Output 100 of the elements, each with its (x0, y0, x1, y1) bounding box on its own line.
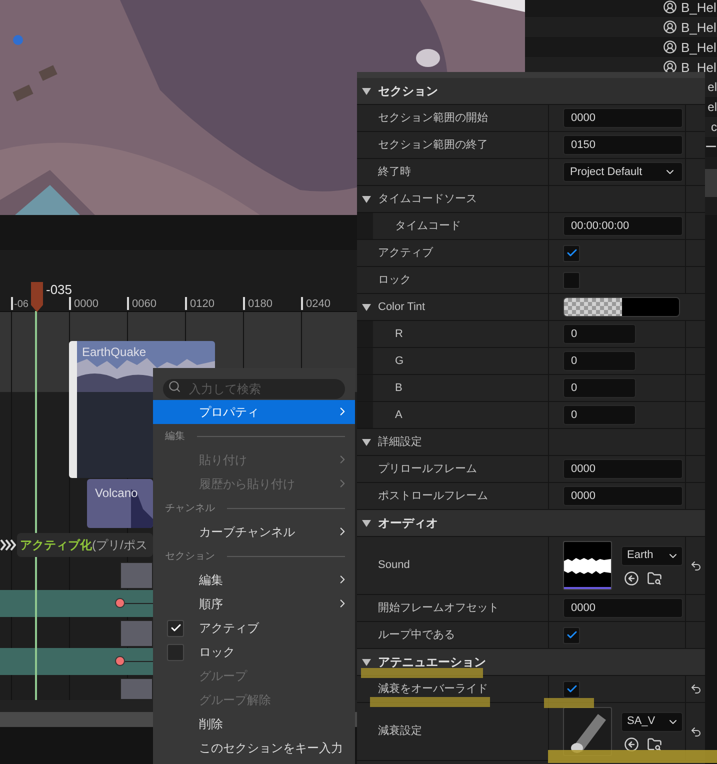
menu-checkbox[interactable] (167, 620, 184, 636)
section-header[interactable]: セクション (357, 78, 705, 105)
time-tick-label: 0180 (248, 299, 272, 310)
search-field[interactable]: 入力して検索 (163, 379, 345, 399)
outliner-item[interactable]: B_Hel (681, 60, 716, 74)
sound-thumbnail[interactable] (563, 541, 612, 590)
time-tick-label: -06 (14, 300, 28, 310)
property-label: 減衰をオーバーライド (377, 682, 488, 697)
menu-checkbox[interactable] (167, 644, 184, 660)
outliner-item[interactable]: ー (705, 141, 717, 153)
key-block[interactable] (120, 678, 153, 700)
property-label: プリロールフレーム (377, 462, 477, 477)
menu-heading: セクション (165, 550, 215, 564)
chevrons-icon (0, 539, 16, 551)
browse-icon[interactable] (647, 570, 662, 586)
collapse-arrow-icon[interactable] (362, 520, 371, 526)
time-tick-label: 0240 (306, 299, 330, 310)
waveform-icon (564, 556, 611, 576)
key-block[interactable] (120, 562, 153, 589)
check-icon (566, 629, 578, 641)
actor-icon (663, 40, 677, 54)
reset-icon[interactable] (690, 726, 702, 738)
property-label: B (394, 380, 402, 396)
outliner-item[interactable]: el (708, 101, 717, 113)
menu-item[interactable]: 編集 (153, 568, 355, 592)
property-label: G (394, 354, 404, 369)
reset-icon[interactable] (690, 560, 702, 572)
outliner-item[interactable]: el (708, 81, 717, 93)
value-field[interactable]: 0000 (563, 459, 683, 479)
menu-item[interactable]: プロパティ (153, 400, 355, 424)
menu-item[interactable]: このセクションをキー入力 (153, 736, 355, 760)
outliner-item[interactable]: B_Hel (681, 40, 716, 54)
property-label: 開始フレームオフセット (377, 600, 499, 616)
property-label: 詳細設定 (378, 434, 422, 450)
key-block[interactable] (120, 620, 153, 647)
outliner-item[interactable]: c (711, 121, 717, 133)
value-field[interactable]: 0 (563, 324, 636, 344)
actor-icon (663, 60, 677, 74)
time-tick-label: 0060 (132, 299, 156, 310)
property-label: R (394, 326, 403, 342)
property-label: ポストロールフレーム (377, 488, 488, 504)
menu-item[interactable]: 順序 (153, 592, 355, 616)
checkbox[interactable] (563, 680, 580, 698)
collapse-arrow-icon[interactable] (362, 88, 371, 94)
property-label: セクション範囲の終了 (377, 138, 488, 153)
collapse-arrow-icon[interactable] (362, 438, 371, 446)
property-label: アクティブ (377, 246, 433, 261)
actor-icon (663, 0, 677, 14)
check-icon (566, 247, 578, 259)
value-field[interactable]: 0 (563, 405, 636, 425)
menu-heading: 編集 (165, 430, 185, 444)
checkbox[interactable] (563, 244, 580, 262)
playhead-marker[interactable] (31, 282, 43, 312)
check-icon (170, 622, 182, 634)
value-field[interactable]: 0 (563, 351, 636, 371)
time-tick-label: 0000 (74, 299, 98, 310)
value-field[interactable]: 0000 (563, 598, 683, 618)
audio-clip[interactable]: Volcano (87, 479, 153, 528)
clip-label: EarthQuake (82, 346, 146, 358)
property-label: タイムコード (394, 218, 461, 234)
value-field[interactable]: 0000 (563, 486, 683, 506)
dropdown[interactable]: Project Default (563, 162, 683, 182)
menu-item[interactable]: 削除 (153, 712, 355, 736)
reset-icon[interactable] (690, 683, 702, 695)
collapse-arrow-icon[interactable] (362, 304, 371, 310)
search-icon (168, 380, 181, 393)
browse-icon[interactable] (647, 736, 662, 752)
menu-item[interactable]: カーブチャンネル (153, 520, 355, 544)
property-label: ロック (377, 272, 411, 288)
menu-heading: チャンネル (165, 502, 215, 516)
collapse-arrow-icon[interactable] (362, 658, 371, 666)
checkbox[interactable] (563, 272, 580, 288)
property-label: ループ中である (377, 628, 455, 643)
menu-item[interactable]: アクティブ (153, 616, 355, 640)
property-label: セクション範囲の開始 (377, 110, 488, 126)
value-field[interactable]: 0150 (563, 135, 683, 155)
collapse-arrow-icon[interactable] (362, 196, 371, 202)
property-label: A (394, 408, 402, 423)
menu-item[interactable]: ロック (153, 640, 355, 664)
section-header[interactable]: オーディオ (357, 510, 705, 537)
color-swatch[interactable] (563, 297, 680, 317)
property-label: タイムコードソース (378, 192, 477, 207)
value-field[interactable]: 0000 (563, 108, 683, 128)
outliner-item[interactable]: B_Hel (681, 0, 716, 14)
actor-icon (663, 20, 677, 34)
property-label: Sound (377, 558, 410, 574)
section-header[interactable]: アテニュエーション (357, 649, 705, 676)
value-field[interactable]: 0 (563, 378, 636, 398)
outliner-item[interactable]: B_Hel (681, 20, 716, 34)
playhead-time: -035 (46, 283, 72, 296)
use-selected-icon[interactable] (624, 570, 639, 586)
time-tick-label: 0120 (190, 299, 214, 310)
checkbox[interactable] (563, 626, 580, 644)
asset-dropdown[interactable]: SA_V (621, 712, 683, 732)
highlight-mark (544, 698, 594, 708)
use-selected-icon[interactable] (624, 736, 639, 752)
track-label: アクティブ化(プリ/ポス (17, 533, 153, 557)
clip-label: Volcano (95, 487, 138, 499)
value-field[interactable]: 00:00:00:00 (563, 216, 683, 236)
asset-dropdown[interactable]: Earth (621, 546, 683, 566)
